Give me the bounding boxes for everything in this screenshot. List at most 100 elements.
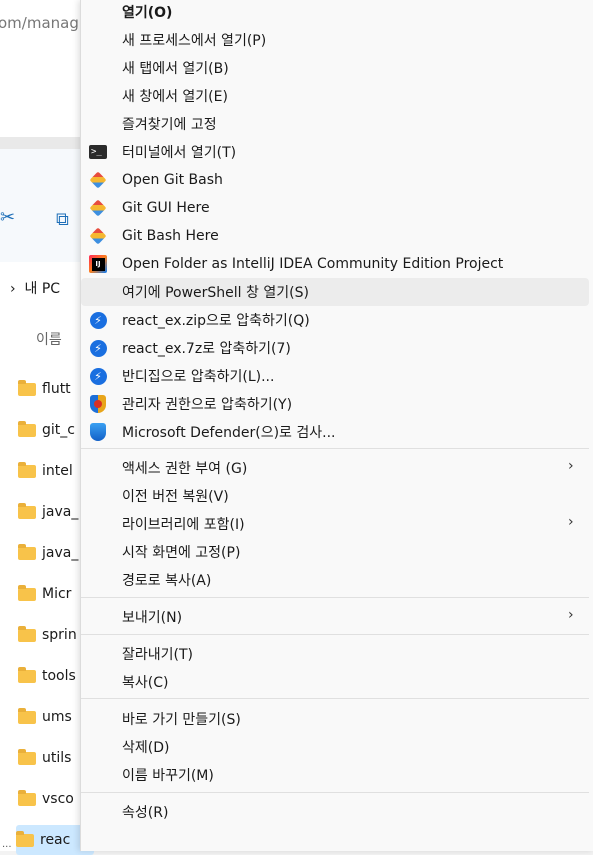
- menu-item[interactable]: 즐겨찾기에 고정: [81, 110, 589, 138]
- menu-item-label: 복사(C): [122, 675, 169, 691]
- menu-item-label: Microsoft Defender(으)로 검사...: [122, 425, 336, 441]
- file-name: reac: [40, 832, 71, 848]
- file-list-item[interactable]: git_c: [18, 415, 88, 445]
- menu-item-label: 이전 버전 복원(V): [122, 489, 229, 505]
- menu-item-label: react_ex.zip으로 압축하기(Q): [122, 313, 310, 329]
- menu-item-label: Open Git Bash: [122, 172, 223, 188]
- menu-item-label: Open Folder as IntelliJ IDEA Community E…: [122, 256, 504, 272]
- git-icon: [89, 199, 107, 217]
- menu-item[interactable]: Microsoft Defender(으)로 검사...: [81, 418, 589, 446]
- file-name: sprin: [42, 627, 77, 643]
- folder-icon: [18, 666, 36, 683]
- chevron-right-icon: ›: [10, 281, 16, 297]
- menu-item[interactable]: 여기에 PowerShell 창 열기(S): [81, 278, 589, 306]
- menu-item[interactable]: 복사(C): [81, 668, 589, 696]
- menu-item[interactable]: 속성(R): [81, 798, 589, 826]
- menu-item[interactable]: 라이브러리에 포함(I) ›: [81, 510, 589, 538]
- file-list-pane: › 내 PC 이름 flutt git_cintel java_ java_ Micr s…: [0, 262, 94, 855]
- address-bar[interactable]: om/manag: [0, 0, 80, 41]
- file-name: java_: [42, 504, 79, 520]
- menu-item[interactable]: 삭제(D): [81, 733, 589, 761]
- chevron-right-icon: ›: [568, 458, 574, 474]
- menu-item[interactable]: 바로 가기 만들기(S): [81, 705, 589, 733]
- menu-item[interactable]: IJ Open Folder as IntelliJ IDEA Community…: [81, 250, 589, 278]
- context-menu: 열기(O) 새 프로세스에서 열기(P) 새 탭에서 열기(B) 새 창에서 열기(E…: [80, 0, 593, 851]
- menu-item[interactable]: 시작 화면에 고정(P): [81, 538, 589, 566]
- file-list-item[interactable]: intel: [18, 456, 88, 486]
- menu-item[interactable]: 열기(O): [81, 0, 589, 26]
- menu-separator: [81, 597, 589, 598]
- menu-item[interactable]: 관리자 권한으로 압축하기(Y): [81, 390, 589, 418]
- menu-separator: [81, 448, 589, 449]
- cut-icon[interactable]: ✂: [0, 207, 15, 228]
- menu-item[interactable]: 새 프로세스에서 열기(P): [81, 26, 589, 54]
- command-bar: ✂ ⧉: [0, 149, 80, 263]
- menu-item[interactable]: >_ 터미널에서 열기(T): [81, 138, 589, 166]
- menu-item-label: 이름 바꾸기(M): [122, 768, 214, 784]
- file-list-item[interactable]: Micr: [18, 579, 88, 609]
- file-name: vsco: [42, 791, 74, 807]
- menu-item[interactable]: 이전 버전 복원(V): [81, 482, 589, 510]
- file-list-item[interactable]: sprin: [18, 620, 88, 650]
- git-icon: [89, 227, 107, 245]
- menu-item[interactable]: ⚡ 반디집으로 압축하기(L)...: [81, 362, 589, 390]
- folder-icon: [18, 379, 36, 396]
- menu-item[interactable]: 경로로 복사(A): [81, 566, 589, 594]
- menu-item-label: react_ex.7z로 압축하기(7): [122, 341, 291, 357]
- chevron-right-icon: ›: [568, 607, 574, 623]
- menu-item[interactable]: Git Bash Here: [81, 222, 589, 250]
- file-name: ums: [42, 709, 72, 725]
- folder-icon: [18, 461, 36, 478]
- folder-icon: [18, 584, 36, 601]
- menu-item-label: 경로로 복사(A): [122, 573, 212, 589]
- file-list-item[interactable]: utils: [18, 743, 88, 773]
- folder-icon: [18, 543, 36, 560]
- folder-icon: [18, 789, 36, 806]
- menu-item[interactable]: 잘라내기(T): [81, 640, 589, 668]
- menu-item[interactable]: Git GUI Here: [81, 194, 589, 222]
- folder-icon: [18, 625, 36, 642]
- menu-item[interactable]: 새 탭에서 열기(B): [81, 54, 589, 82]
- file-name: java_: [42, 545, 79, 561]
- menu-item[interactable]: ⚡ react_ex.7z로 압축하기(7): [81, 334, 589, 362]
- menu-item[interactable]: ⚡ react_ex.zip으로 압축하기(Q): [81, 306, 589, 334]
- file-name: git_c: [42, 422, 75, 438]
- menu-item[interactable]: 이름 바꾸기(M): [81, 761, 589, 789]
- bandizip-icon: ⚡: [89, 339, 107, 357]
- menu-item-label: 새 프로세스에서 열기(P): [122, 33, 267, 49]
- file-name: utils: [42, 750, 72, 766]
- file-list-item[interactable]: flutt: [18, 374, 88, 404]
- file-list-item[interactable]: java_: [18, 538, 88, 568]
- folder-icon: [18, 748, 36, 765]
- nav-this-pc[interactable]: › 내 PC: [10, 278, 60, 298]
- menu-item-label: 시작 화면에 고정(P): [122, 545, 241, 561]
- menu-item-label: 여기에 PowerShell 창 열기(S): [122, 285, 309, 301]
- copy-icon[interactable]: ⧉: [56, 209, 69, 230]
- menu-item[interactable]: 보내기(N) ›: [81, 603, 589, 631]
- column-header-name[interactable]: 이름: [36, 329, 62, 349]
- menu-item-label: 액세스 권한 부여 (G): [122, 461, 248, 477]
- menu-item-label: 새 창에서 열기(E): [122, 89, 228, 105]
- file-list-item[interactable]: ums: [18, 702, 88, 732]
- menu-item-label: 삭제(D): [122, 740, 170, 756]
- file-name: flutt: [42, 381, 71, 397]
- menu-item[interactable]: 액세스 권한 부여 (G) ›: [81, 454, 589, 482]
- menu-item-label: 반디집으로 압축하기(L)...: [122, 369, 275, 385]
- file-name: Micr: [42, 586, 72, 602]
- file-list-item[interactable]: java_: [18, 497, 88, 527]
- menu-separator: [81, 698, 589, 699]
- chevron-right-icon: ›: [568, 514, 574, 530]
- file-list-item[interactable]: tools: [18, 661, 88, 691]
- menu-item-label: 터미널에서 열기(T): [122, 145, 237, 161]
- menu-item-label: 열기(O): [122, 5, 173, 21]
- menu-item-label: 바로 가기 만들기(S): [122, 712, 241, 728]
- file-name: intel: [42, 463, 73, 479]
- file-list-item[interactable]: vsco: [18, 784, 88, 814]
- menu-item[interactable]: Open Git Bash: [81, 166, 589, 194]
- nav-this-pc-label: 내 PC: [24, 281, 61, 297]
- menu-item[interactable]: 새 창에서 열기(E): [81, 82, 589, 110]
- admin-shield-icon: [89, 395, 107, 413]
- bandizip-icon: ⚡: [89, 311, 107, 329]
- toolbar-divider: [0, 137, 80, 149]
- explorer-header-area: [0, 40, 80, 137]
